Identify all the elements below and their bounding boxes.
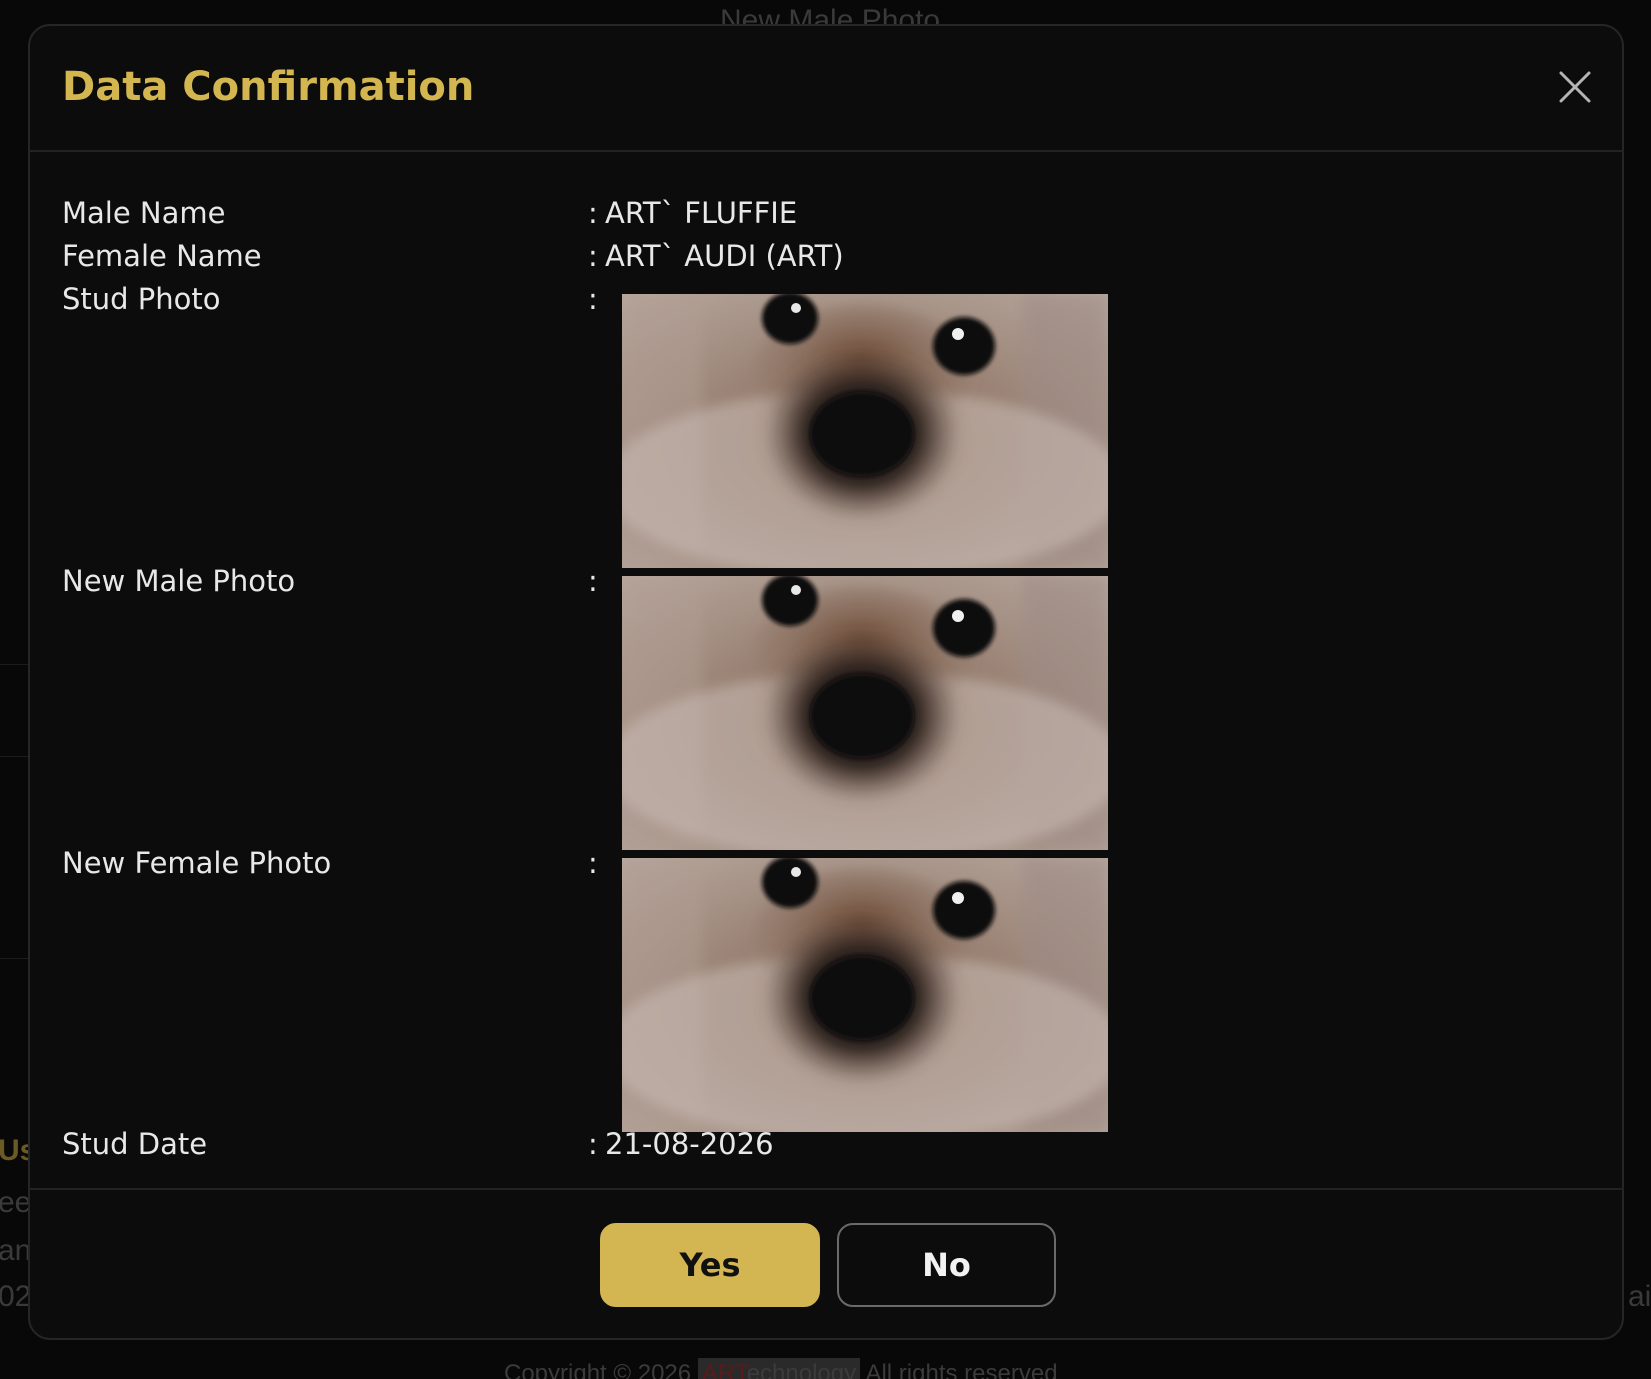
stud-photo-image [622, 294, 1108, 568]
modal-header: Data Confirmation [30, 26, 1622, 152]
new-male-photo-image [622, 576, 1108, 850]
bg-left-fragment: an [0, 1234, 32, 1267]
bg-copyright-prefix: Copyright © 2026 [504, 1360, 698, 1379]
confirmation-modal: Data Confirmation Male Name : ART` FLUFF… [28, 24, 1624, 1340]
female-name-value: ART` AUDI (ART) [605, 239, 844, 273]
female-name-colon: : [588, 239, 598, 273]
new-female-photo-label: New Female Photo [62, 846, 332, 880]
male-name-value: ART` FLUFFIE [605, 196, 798, 230]
bg-brand: ARTechnology [697, 1358, 861, 1379]
bg-copyright: Copyright © 2026 ARTechnology All rights… [504, 1358, 1058, 1379]
bg-brand-red: ART [701, 1360, 747, 1379]
bg-divider [0, 664, 28, 665]
modal-body: Male Name : ART` FLUFFIE Female Name : A… [30, 152, 1622, 1216]
bg-divider [0, 756, 28, 757]
new-female-photo-image [622, 858, 1108, 1132]
no-button[interactable]: No [837, 1223, 1056, 1307]
bg-brand-rest: echnology [746, 1360, 857, 1379]
bg-copyright-suffix: All rights reserved [860, 1360, 1058, 1379]
new-female-photo-colon: : [588, 846, 598, 880]
female-name-label: Female Name [62, 239, 262, 273]
close-icon [1559, 71, 1591, 103]
new-male-photo-colon: : [588, 564, 598, 598]
male-name-colon: : [588, 196, 598, 230]
stud-photo-colon: : [588, 282, 598, 316]
bg-left-fragment: 02 [0, 1280, 32, 1313]
yes-button[interactable]: Yes [600, 1223, 820, 1307]
new-male-photo-label: New Male Photo [62, 564, 296, 598]
bg-left-fragment: ee [0, 1186, 32, 1219]
modal-footer: Yes No [30, 1188, 1622, 1338]
male-name-label: Male Name [62, 196, 226, 230]
bg-divider [0, 958, 28, 959]
close-button[interactable] [1558, 70, 1592, 104]
modal-title: Data Confirmation [62, 64, 475, 110]
stud-photo-label: Stud Photo [62, 282, 221, 316]
stud-date-colon: : [588, 1127, 598, 1161]
bg-right-fragment: ai [1628, 1280, 1651, 1313]
stud-date-value: 21-08-2026 [605, 1127, 774, 1161]
stud-date-label: Stud Date [62, 1127, 208, 1161]
